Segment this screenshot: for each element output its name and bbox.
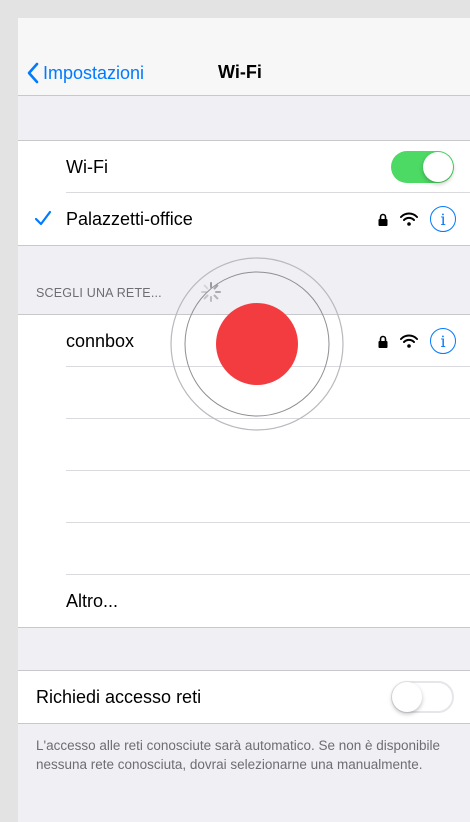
- empty-network-row: [18, 471, 470, 523]
- wifi-toggle-row: Wi-Fi: [18, 141, 470, 193]
- section-header: SCEGLI UNA RETE...: [36, 286, 162, 300]
- settings-screen: Impostazioni Wi-Fi Wi-Fi Palazzetti-offi…: [18, 18, 470, 822]
- spinner-icon: [201, 282, 221, 302]
- connected-network-name: Palazzetti-office: [66, 208, 193, 229]
- other-network-row[interactable]: Altro...: [18, 575, 470, 627]
- ask-join-group: Richiedi accesso reti: [18, 670, 470, 724]
- lock-icon: [378, 213, 388, 226]
- wifi-toggle-label: Wi-Fi: [66, 156, 108, 177]
- wifi-group: Wi-Fi Palazzetti-office i: [18, 140, 470, 246]
- empty-network-row: [18, 367, 470, 419]
- switch-knob: [423, 152, 453, 182]
- other-network-label: Altro...: [66, 590, 119, 611]
- ask-join-note: L'accesso alle reti conosciute sarà auto…: [36, 738, 441, 772]
- checkmark-icon: [34, 210, 52, 226]
- network-row-connbox[interactable]: connbox i: [18, 315, 470, 367]
- ask-join-switch[interactable]: [391, 681, 454, 713]
- info-icon[interactable]: i: [430, 328, 456, 354]
- empty-network-row: [18, 419, 470, 471]
- page-title: Wi-Fi: [218, 62, 262, 82]
- ask-join-label: Richiedi accesso reti: [36, 686, 202, 707]
- wifi-icon: [400, 334, 418, 348]
- info-icon[interactable]: i: [430, 206, 456, 232]
- network-name: connbox: [66, 330, 135, 351]
- empty-network-row: [18, 523, 470, 575]
- lock-icon: [378, 335, 388, 348]
- networks-group: connbox i Altro...: [18, 314, 470, 628]
- network-status-icons: i: [378, 206, 456, 232]
- navigation-bar: Impostazioni Wi-Fi: [18, 18, 470, 96]
- ask-join-row: Richiedi accesso reti: [18, 671, 470, 723]
- connected-network-row[interactable]: Palazzetti-office i: [18, 193, 470, 245]
- wifi-switch[interactable]: [391, 151, 454, 183]
- wifi-icon: [400, 212, 418, 226]
- switch-knob: [392, 682, 422, 712]
- network-status-icons: i: [378, 328, 456, 354]
